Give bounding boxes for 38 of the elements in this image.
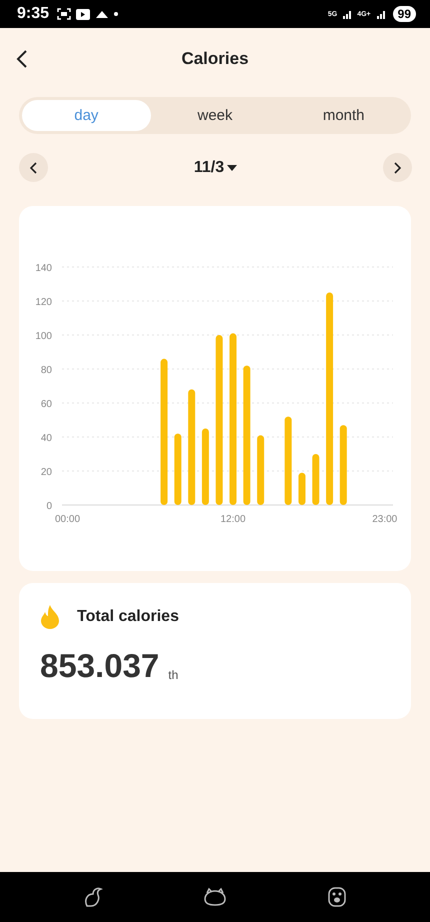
video-icon	[76, 8, 90, 20]
screenshot-icon	[57, 8, 72, 20]
axis-label: 00:00	[55, 514, 80, 525]
axis-label: 23:00	[372, 514, 398, 525]
next-button[interactable]	[382, 153, 412, 182]
total-value: 853.037	[40, 649, 160, 682]
battery-indicator: 99	[392, 6, 416, 22]
chevron-right-icon	[393, 162, 402, 174]
bar	[298, 472, 306, 505]
axis-label: 120	[35, 297, 52, 308]
axis-label: 40	[40, 433, 52, 444]
summary-title: Total calories	[77, 608, 179, 626]
previous-button[interactable]	[19, 153, 48, 182]
back-icon[interactable]	[16, 49, 28, 69]
axis-label: 20	[40, 467, 52, 478]
page-title: Calories	[181, 49, 249, 69]
clock: 9:35	[17, 5, 50, 23]
chevron-left-icon	[30, 162, 38, 174]
tab[interactable]: month	[279, 100, 408, 131]
signal-icon	[376, 9, 386, 19]
axis-label: 0	[46, 501, 52, 512]
caret-icon	[227, 164, 238, 170]
date-dropdown[interactable]: 11/3	[194, 158, 238, 176]
cat-icon[interactable]	[203, 887, 227, 907]
tab[interactable]: week	[150, 100, 280, 131]
bar	[174, 434, 182, 505]
bar	[257, 435, 264, 505]
bar	[312, 454, 320, 505]
dot-icon	[114, 12, 118, 16]
axis-label: 140	[35, 263, 52, 274]
axis-label: 100	[35, 331, 52, 342]
axis-label: 12:00	[220, 514, 246, 525]
bird-icon[interactable]	[83, 886, 103, 908]
unit-label: th	[168, 668, 178, 682]
flame-icon	[40, 605, 60, 629]
axis-label: 80	[40, 365, 52, 376]
signal-icon	[342, 9, 352, 19]
axis-label: 60	[40, 399, 52, 410]
